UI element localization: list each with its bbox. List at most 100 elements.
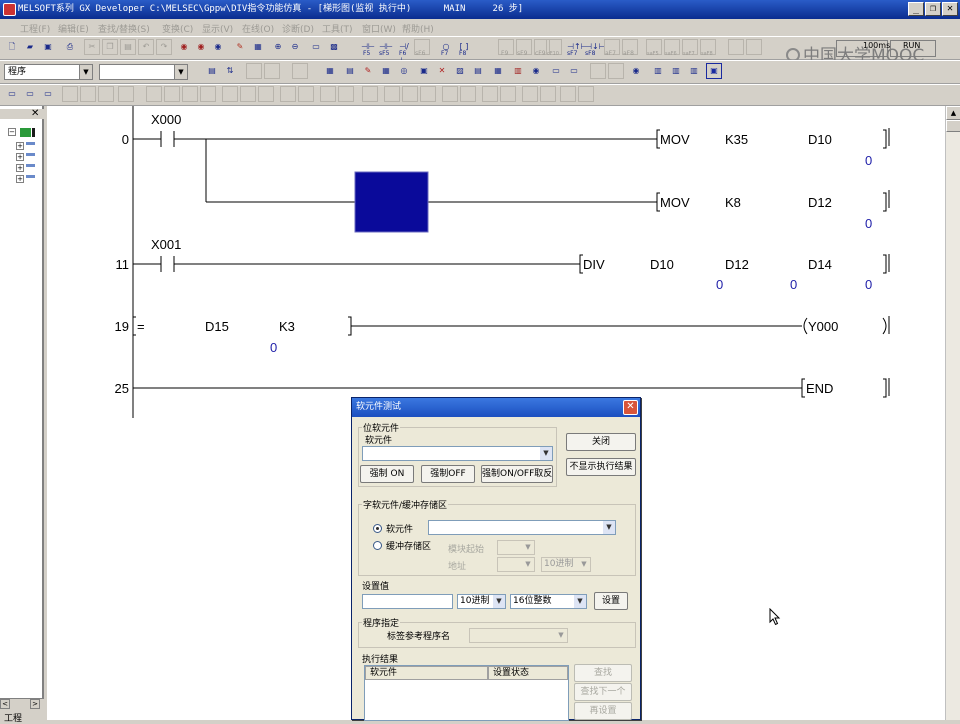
- sfc-sf10-icon[interactable]: [460, 86, 476, 102]
- sfc-branch-icon[interactable]: [62, 86, 78, 102]
- pulse-op2-button[interactable]: saF6: [664, 39, 680, 57]
- sfc-af8-icon[interactable]: [420, 86, 436, 102]
- zoom-out-icon[interactable]: ⊖: [287, 39, 303, 55]
- tree-expand-icon[interactable]: +: [16, 153, 24, 161]
- device-test-icon[interactable]: ✎: [360, 63, 376, 79]
- comment-edit-icon[interactable]: ▣: [416, 63, 432, 79]
- sfc-af7-icon[interactable]: [402, 86, 418, 102]
- menu-window[interactable]: 窗口(W): [362, 22, 396, 35]
- monitor-mode-icon[interactable]: [292, 63, 308, 79]
- search-icon[interactable]: ◉: [528, 63, 544, 79]
- operation-button-a[interactable]: [728, 39, 744, 55]
- set-button[interactable]: 设置: [594, 592, 628, 610]
- menu-help[interactable]: 帮助(H): [402, 22, 434, 35]
- tree-expand-icon[interactable]: +: [16, 175, 24, 183]
- note-icon[interactable]: ▨: [452, 63, 468, 79]
- tree-expand-icon[interactable]: +: [16, 142, 24, 150]
- minimize-button[interactable]: _: [908, 2, 924, 16]
- monitor-stop-icon[interactable]: ▩: [326, 39, 342, 55]
- step-down-icon[interactable]: ▭: [566, 63, 582, 79]
- application-instruction-button[interactable]: F8[ ]: [456, 39, 472, 57]
- write-edit-icon[interactable]: ✎: [232, 39, 248, 55]
- set-value-input[interactable]: [362, 594, 453, 609]
- entry-monitor-icon[interactable]: ◎: [396, 63, 412, 79]
- operation-button-b[interactable]: [746, 39, 762, 55]
- find-instruction-icon[interactable]: ◉: [193, 39, 209, 55]
- contact-no-button[interactable]: F5 ⊣⊢: [360, 39, 376, 57]
- sfc-f12-icon[interactable]: [560, 86, 576, 102]
- new-file-icon[interactable]: 🗋: [4, 39, 20, 55]
- find-device-icon[interactable]: ◉: [176, 39, 192, 55]
- col-device-header[interactable]: 软元件: [365, 666, 488, 680]
- force-toggle-button[interactable]: 强制ON/OFF取反: [481, 465, 553, 483]
- column-delete-icon[interactable]: ▥: [668, 63, 684, 79]
- sfc-sf12-icon[interactable]: [578, 86, 594, 102]
- dialog-close-icon[interactable]: ✕: [623, 400, 638, 415]
- radio-buffer[interactable]: [373, 541, 382, 550]
- write-mode-icon[interactable]: [264, 63, 280, 79]
- close-button[interactable]: 关闭: [566, 433, 636, 451]
- cut-icon[interactable]: ✂: [84, 39, 100, 55]
- contact-parallel-nc-button[interactable]: sF6: [414, 39, 430, 57]
- force-on-button[interactable]: 强制 ON: [360, 465, 414, 483]
- save-icon[interactable]: ▣: [40, 39, 56, 55]
- data-type-select[interactable]: 16位整数 ▼: [510, 594, 587, 609]
- sfc-sf9-icon[interactable]: [320, 86, 336, 102]
- read-mode-icon[interactable]: [246, 63, 262, 79]
- comment-icon[interactable]: ▦: [250, 39, 266, 55]
- program-name-select[interactable]: ▼: [99, 64, 188, 80]
- program-select[interactable]: 程序 ▼: [4, 64, 93, 80]
- monitor-write-icon[interactable]: ▦: [322, 63, 338, 79]
- bit-device-select[interactable]: ▼: [362, 446, 553, 461]
- find-button[interactable]: 查找: [574, 664, 632, 682]
- sfc-cf9-icon[interactable]: [338, 86, 354, 102]
- alias-icon[interactable]: ▤: [470, 63, 486, 79]
- batch-monitor-icon[interactable]: ▦: [378, 63, 394, 79]
- results-list[interactable]: 软元件 设置状态: [364, 665, 569, 721]
- sfc-jump-icon[interactable]: ▭: [40, 86, 56, 102]
- vertical-scrollbar[interactable]: ▲: [945, 106, 960, 720]
- restore-button[interactable]: ❐: [925, 2, 941, 16]
- sfc-af5-icon[interactable]: [362, 86, 378, 102]
- reset-button[interactable]: 再设置: [574, 702, 632, 720]
- sfc-sf8-icon[interactable]: [280, 86, 296, 102]
- word-device-select[interactable]: ▼: [428, 520, 616, 535]
- find-next-button[interactable]: 查找下一个: [574, 683, 632, 701]
- sfc-sf11-icon[interactable]: [500, 86, 516, 102]
- sfc-f7-icon[interactable]: [222, 86, 238, 102]
- falling-pulse-button[interactable]: sF8 ⊣↓⊢: [584, 39, 606, 57]
- column-insert-icon[interactable]: ▥: [650, 63, 666, 79]
- sfc-f9-icon[interactable]: [298, 86, 314, 102]
- coil-button[interactable]: F7 ○: [438, 39, 454, 57]
- scroll-up-icon[interactable]: ▲: [946, 106, 960, 120]
- hide-results-button[interactable]: 不显示执行结果: [566, 458, 636, 476]
- close-panel-icon[interactable]: ✕: [31, 108, 39, 119]
- sfc-f10-icon[interactable]: [482, 86, 498, 102]
- scroll-left-icon[interactable]: <: [0, 699, 10, 709]
- menu-find-replace[interactable]: 查找/替换(S): [98, 22, 150, 35]
- step-up-icon[interactable]: ▭: [548, 63, 564, 79]
- sfc-step-icon[interactable]: ▭: [4, 86, 20, 102]
- radio-device[interactable]: [373, 524, 382, 533]
- label-program-select[interactable]: ▼: [469, 628, 568, 643]
- scroll-thumb[interactable]: [946, 120, 960, 132]
- sfc-sf6-icon[interactable]: [200, 86, 216, 102]
- sfc-f6-icon[interactable]: [182, 86, 198, 102]
- contact-nc-button[interactable]: F6⊣/⊢: [396, 39, 412, 65]
- paste-icon[interactable]: ▤: [120, 39, 136, 55]
- menu-edit[interactable]: 编辑(E): [58, 22, 89, 35]
- pulse-op3-button[interactable]: saF7: [682, 39, 698, 57]
- menu-view[interactable]: 显示(V): [202, 22, 233, 35]
- menu-convert[interactable]: 变换(C): [162, 22, 193, 35]
- close-window-button[interactable]: ✕: [942, 2, 958, 16]
- sfc-cf11-icon[interactable]: [522, 86, 538, 102]
- sfc-parallel-icon[interactable]: [98, 86, 114, 102]
- module-start-select[interactable]: ▼: [497, 540, 535, 555]
- scroll-right-icon[interactable]: >: [30, 699, 40, 709]
- contact-parallel-no-button[interactable]: sF5 ⊣⊢: [378, 39, 394, 57]
- zoom-in-icon[interactable]: ⊕: [270, 39, 286, 55]
- column-expand-icon[interactable]: ▥: [686, 63, 702, 79]
- col-state-header[interactable]: 设置状态: [488, 666, 568, 680]
- force-off-button[interactable]: 强制OFF: [421, 465, 475, 483]
- edit-cursor[interactable]: [354, 171, 429, 233]
